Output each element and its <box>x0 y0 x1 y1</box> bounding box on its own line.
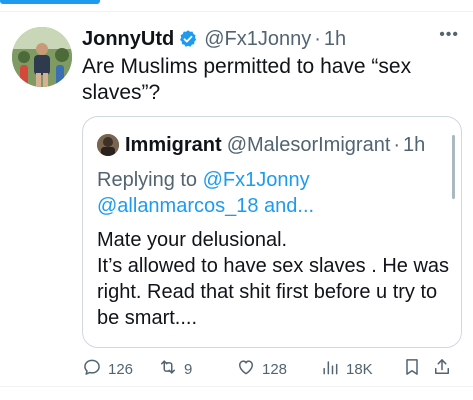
timestamp[interactable]: 1h <box>324 28 346 51</box>
verified-badge-icon <box>178 29 198 49</box>
share-button[interactable] <box>432 357 456 381</box>
more-icon[interactable]: ••• <box>439 26 459 44</box>
repost-button[interactable]: 9 <box>158 357 236 381</box>
quote-header: Immigrant @MalesorImigrant · 1h <box>97 133 425 157</box>
bookmark-icon <box>402 357 422 381</box>
reply-icon <box>82 357 102 381</box>
views-icon <box>320 357 340 381</box>
author-name[interactable]: JonnyUtd <box>82 28 174 51</box>
replying-and-more[interactable]: and... <box>259 195 314 217</box>
quote-text: Mate your delusional. It’s allowed to ha… <box>97 227 452 331</box>
like-count: 128 <box>262 360 288 378</box>
scrollbar[interactable] <box>452 135 455 199</box>
action-bar: 126 9 128 18K <box>82 352 460 386</box>
reply-count: 126 <box>108 360 134 378</box>
tweet-header: JonnyUtd @Fx1Jonny · 1h <box>82 26 346 52</box>
quote-text-line: Mate your delusional. <box>97 229 288 251</box>
views-button[interactable]: 18K <box>320 357 402 381</box>
quote-timestamp[interactable]: 1h <box>403 134 425 157</box>
quote-text-line: It’s allowed to have sex slaves . He was… <box>97 255 450 329</box>
separator-dot: · <box>393 133 401 156</box>
tweet-text: Are Muslims permitted to have “sex slave… <box>82 55 412 104</box>
bookmark-button[interactable] <box>402 357 432 381</box>
avatar-photo <box>12 27 72 87</box>
reply-button[interactable]: 126 <box>82 357 158 381</box>
replying-prefix: Replying to <box>97 169 203 191</box>
like-button[interactable]: 128 <box>236 357 320 381</box>
quote-author-handle[interactable]: @MalesorImigrant <box>227 134 391 157</box>
separator-dot: · <box>314 27 321 50</box>
mention-link[interactable]: @Fx1Jonny <box>203 169 310 191</box>
replying-to: Replying to @Fx1Jonny @allanmarcos_18 an… <box>97 167 314 219</box>
author-handle[interactable]: @Fx1Jonny <box>204 28 311 51</box>
mention-link[interactable]: @allanmarcos_18 <box>97 195 259 217</box>
views-count: 18K <box>346 360 373 378</box>
divider <box>0 386 473 387</box>
like-icon <box>236 357 256 381</box>
repost-count: 9 <box>184 360 193 378</box>
quote-author-name[interactable]: Immigrant <box>125 134 222 157</box>
tweet[interactable]: JonnyUtd @Fx1Jonny · 1h ••• Are Muslims … <box>0 12 473 400</box>
share-icon <box>432 357 452 381</box>
avatar[interactable] <box>12 27 72 87</box>
repost-icon <box>158 357 178 381</box>
quote-tweet[interactable]: Immigrant @MalesorImigrant · 1h Replying… <box>82 116 462 348</box>
tab-indicator <box>0 0 100 4</box>
quote-avatar[interactable] <box>97 134 119 156</box>
